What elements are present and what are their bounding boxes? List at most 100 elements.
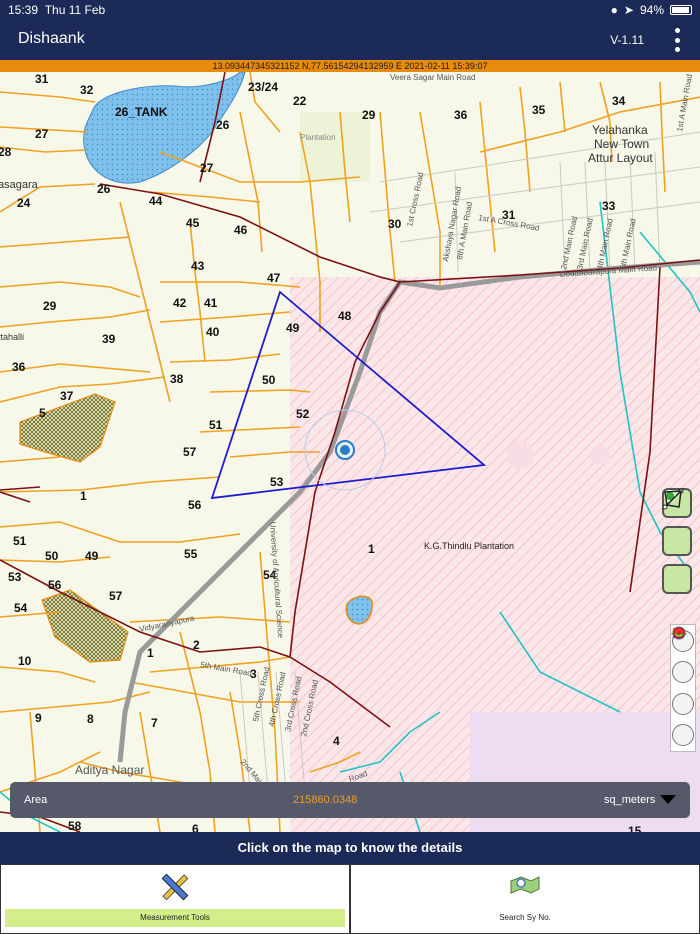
parcel-label: 39 — [102, 332, 116, 346]
area-label: Area — [24, 794, 48, 806]
tab-search-sy-no[interactable]: Search Sy No. — [350, 864, 700, 934]
drawing-tools — [662, 488, 692, 594]
coordinate-readout: 13.0934473453211­52 N,77.56154294132959 … — [0, 60, 700, 72]
app-bar: Dishaank V-1.11 — [0, 20, 700, 60]
place-label: asagara — [0, 179, 39, 191]
parcel-label: 29 — [43, 299, 57, 313]
parcel-label: 10 — [18, 654, 32, 668]
parcel-label: 26_TANK — [115, 105, 168, 119]
parcel-label: 30 — [388, 217, 402, 231]
map-search-icon — [510, 876, 540, 894]
parcel-label: 15 — [628, 824, 642, 832]
parcel-label: 51 — [209, 418, 223, 432]
parcel-label: 54 — [14, 601, 28, 615]
place-label: ttahalli — [0, 332, 24, 342]
status-time: 15:39 Thu 11 Feb — [8, 3, 106, 17]
overflow-menu-button[interactable] — [672, 28, 682, 52]
parcel-label: 5 — [39, 406, 46, 420]
parcel-label: 26 — [216, 118, 230, 132]
parcel-label: 58 — [68, 819, 82, 832]
tab-measurement-tools[interactable]: Measurement Tools — [0, 864, 350, 934]
info-hint-bar: Click on the map to know the details — [0, 832, 700, 864]
parcel-label: 53 — [8, 570, 22, 584]
parcel-label: 56 — [188, 498, 202, 512]
parcel-label: 1 — [80, 489, 87, 503]
parcel-label: 37 — [60, 389, 74, 403]
map-controls-bar — [670, 624, 696, 752]
parcel-label: 33 — [602, 199, 616, 213]
chevron-down-icon[interactable] — [660, 795, 676, 804]
parcel-label: 28 — [0, 145, 12, 159]
parcel-label: 50 — [45, 549, 59, 563]
parcel-label: 9 — [35, 711, 42, 725]
place-label: Plantation — [300, 133, 336, 142]
polygon-tool-button[interactable] — [662, 490, 692, 594]
parcel-label: 52 — [296, 407, 310, 421]
area-value: 215860.0348 — [293, 794, 358, 806]
parcel-label: 23/24 — [248, 80, 278, 94]
battery-icon — [670, 5, 692, 15]
place-label: Aditya Nagar — [75, 763, 144, 777]
crosshair-icon — [673, 627, 685, 639]
location-arrow-icon: ➤ — [623, 3, 634, 17]
area-unit-select[interactable]: sq_meters — [604, 794, 655, 806]
road-label: Veera Sagar Main Road — [390, 73, 475, 82]
parcel-label: 26 — [97, 182, 111, 196]
parcel-label: 36 — [12, 360, 26, 374]
line-tool-button[interactable] — [662, 488, 692, 556]
parcel-label: 40 — [206, 325, 220, 339]
status-bar: 15:39 Thu 11 Feb ● ➤ 94% — [0, 0, 700, 20]
parcel-label: 22 — [293, 94, 307, 108]
place-label: Attur Layout — [588, 151, 653, 165]
parcel-label: 46 — [234, 223, 248, 237]
status-right: ● ➤ 94% — [611, 3, 692, 17]
battery-percent: 94% — [639, 3, 664, 17]
parcel-label: 34 — [612, 94, 626, 108]
parcel-label: 49 — [85, 549, 99, 563]
tab-label: Measurement Tools — [5, 909, 345, 927]
parcel-label: 41 — [204, 296, 218, 310]
map-canvas[interactable]: 31 32 26_TANK 23/24 22 29 36 35 34 27 26… — [0, 72, 700, 832]
parcel-label: 55 — [184, 547, 198, 561]
place-label: Yelahanka — [592, 123, 648, 137]
parcel-label: 53 — [270, 475, 284, 489]
parcel-label: 45 — [186, 216, 200, 230]
parcel-label: 2 — [193, 638, 200, 652]
parcel-label: 47 — [267, 271, 281, 285]
place-label: New Town — [594, 137, 649, 151]
legend-button[interactable] — [672, 628, 694, 684]
parcel-label: 35 — [532, 103, 546, 117]
locate-me-button[interactable] — [672, 627, 694, 747]
map-view[interactable]: 31 32 26_TANK 23/24 22 29 36 35 34 27 26… — [0, 72, 700, 832]
app-version: V-1.11 — [610, 33, 644, 47]
pencil-ruler-icon — [161, 873, 189, 901]
parcel-label: 57 — [183, 445, 197, 459]
parcel-label: 36 — [454, 108, 468, 122]
parcel-label: 57 — [109, 589, 123, 603]
parcel-label: 42 — [173, 296, 187, 310]
parcel-label: 32 — [80, 83, 94, 97]
wifi-icon: ● — [610, 3, 618, 17]
parcel-label: 7 — [151, 716, 158, 730]
parcel-label: 29 — [362, 108, 376, 122]
place-label: K.G.Thindlu Plantation — [424, 541, 514, 551]
parcel-label: 48 — [338, 309, 352, 323]
app-title: Dishaank — [18, 30, 85, 47]
parcel-label: 44 — [149, 194, 163, 208]
parcel-label: 1 — [368, 542, 375, 556]
parcel-label: 27 — [35, 127, 49, 141]
parcel-label: 31 — [35, 72, 49, 86]
parcel-label: 38 — [170, 372, 184, 386]
parcel-label: 43 — [191, 259, 205, 273]
tab-label: Search Sy No. — [499, 913, 551, 922]
parcel-label: 27 — [200, 161, 214, 175]
parcel-label: 6 — [192, 822, 199, 832]
parcel-label: 1 — [147, 646, 154, 660]
layers-button[interactable] — [671, 627, 694, 715]
parcel-label: 4 — [333, 734, 340, 748]
area-result-bar: Area 215860.0348 sq_meters — [10, 782, 690, 818]
polygon-icon — [664, 490, 682, 508]
parcel-label: 49 — [286, 321, 300, 335]
parcel-label: 51 — [13, 534, 27, 548]
parcel-label: 56 — [48, 578, 62, 592]
